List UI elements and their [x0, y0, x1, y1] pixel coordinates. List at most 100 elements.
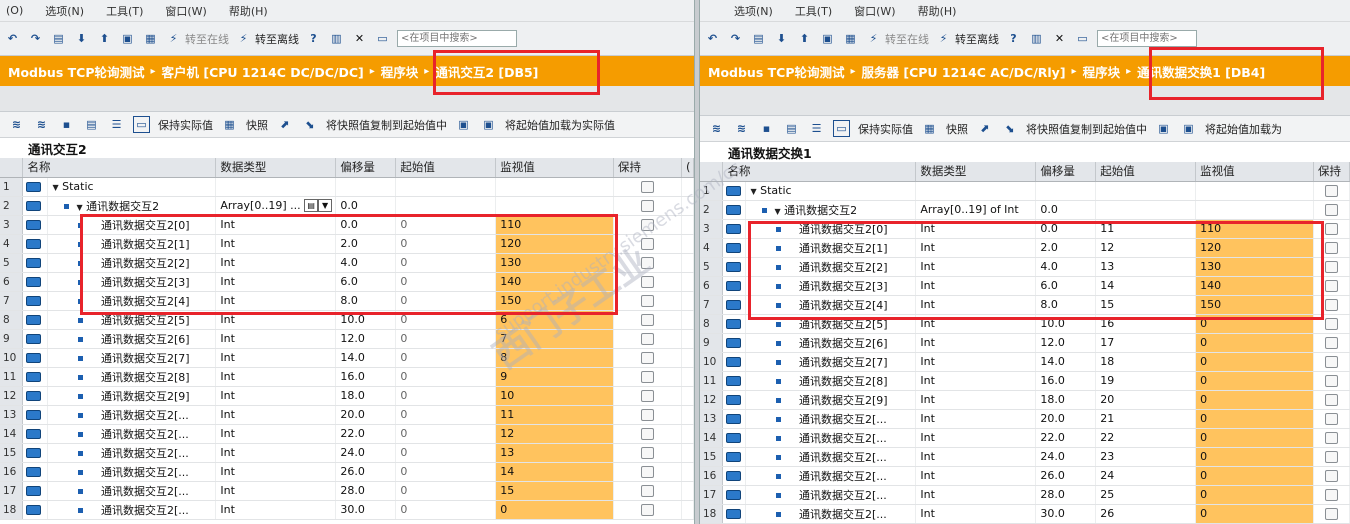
retain-cell[interactable] [1313, 352, 1350, 372]
table-row[interactable]: 2 ▼ 通讯数据交互2 Array[0..19] of Int 0.0 [700, 200, 1350, 220]
name-cell[interactable]: 通讯数据交互2[8] [47, 367, 217, 387]
retain-cell[interactable] [1313, 371, 1350, 391]
load-start-as-actual-button[interactable]: 将起始值加载为实际值 [505, 117, 615, 133]
column-header[interactable]: ( [681, 158, 694, 178]
column-header[interactable]: 偏移量 [335, 158, 397, 178]
start-value-cell[interactable]: 23 [1095, 447, 1197, 467]
breadcrumb-block[interactable]: 通讯交互2 [DB5] [435, 62, 538, 81]
name-cell[interactable]: 通讯数据交互2[... [745, 447, 917, 467]
column-header[interactable]: 保持 [1313, 162, 1350, 182]
retain-checkbox[interactable] [1324, 337, 1338, 349]
name-cell[interactable]: 通讯数据交互2[3] [47, 272, 217, 292]
name-cell[interactable]: 通讯数据交互2[... [745, 466, 917, 486]
retain-cell[interactable] [613, 177, 682, 197]
table-row[interactable]: 13 通讯数据交互2[... Int 20.0 0 11 [0, 405, 694, 425]
datatype-cell[interactable]: Int [215, 272, 337, 292]
table-row[interactable]: 16 通讯数据交互2[... Int 26.0 24 0 [700, 466, 1350, 486]
name-cell[interactable]: 通讯数据交互2[... [47, 500, 217, 520]
column-header[interactable]: 名称 [722, 162, 917, 182]
undo-icon[interactable]: ↶ [4, 30, 21, 47]
retain-cell[interactable] [613, 291, 682, 311]
close-icon[interactable]: ✕ [351, 30, 368, 47]
menu-item[interactable]: 选项(N) [734, 3, 773, 19]
datatype-cell[interactable]: Int [915, 276, 1037, 296]
simulate-icon[interactable]: ▣ [119, 30, 136, 47]
copy-start-icon[interactable]: ⬊ [301, 116, 318, 133]
name-cell[interactable]: 通讯数据交互2[... [47, 462, 217, 482]
name-cell[interactable]: 通讯数据交互2[4] [745, 295, 917, 315]
table-row[interactable]: 6 通讯数据交互2[3] Int 6.0 14 140 [700, 276, 1350, 296]
start-value-cell[interactable]: 14 [1095, 276, 1197, 296]
retain-cell[interactable] [613, 348, 682, 368]
datatype-cell[interactable]: Array[0..19] ... ▤ ▼ [215, 196, 337, 216]
datatype-cell[interactable]: Int [215, 291, 337, 311]
datatype-cell[interactable]: Int [915, 409, 1037, 429]
retain-cell[interactable] [1313, 466, 1350, 486]
table-row[interactable]: 16 通讯数据交互2[... Int 26.0 0 14 [0, 462, 694, 482]
start-value-cell[interactable]: 18 [1095, 352, 1197, 372]
retain-checkbox[interactable] [1324, 242, 1338, 254]
snapshot-button[interactable]: 快照 [946, 121, 968, 137]
retain-cell[interactable] [1313, 390, 1350, 410]
retain-cell[interactable] [1313, 219, 1350, 239]
start-value-cell[interactable]: 13 [1095, 257, 1197, 277]
name-cell[interactable]: 通讯数据交互2[0] [47, 215, 217, 235]
retain-checkbox[interactable] [1324, 261, 1338, 273]
retain-cell[interactable] [613, 424, 682, 444]
copy-snapshot-icon[interactable]: ⬈ [976, 120, 993, 137]
name-cell[interactable]: 通讯数据交互2[6] [47, 329, 217, 349]
start-value-cell[interactable] [395, 196, 497, 216]
split-view-icon[interactable]: ▥ [1028, 30, 1045, 47]
retain-cell[interactable] [1313, 409, 1350, 429]
datatype-cell[interactable]: Int [215, 329, 337, 349]
retain-checkbox[interactable] [1324, 375, 1338, 387]
array-editor-icon[interactable]: ▤ [304, 199, 319, 213]
project-search-input[interactable] [1097, 30, 1197, 47]
name-cell[interactable]: ▼ Static [745, 181, 917, 201]
copy-start-icon[interactable]: ⬊ [1001, 120, 1018, 137]
retain-checkbox[interactable] [641, 504, 654, 516]
retain-cell[interactable] [1313, 276, 1350, 296]
name-cell[interactable]: 通讯数据交互2[4] [47, 291, 217, 311]
column-header[interactable]: 起始值 [1095, 162, 1197, 182]
datatype-cell[interactable]: Int [915, 504, 1037, 524]
datatype-cell[interactable]: Int [215, 500, 337, 520]
accessible-devices-icon[interactable]: ? [305, 30, 322, 47]
retain-checkbox[interactable] [1324, 318, 1338, 330]
start-value-cell[interactable]: 12 [1095, 238, 1197, 258]
start-value-cell[interactable]: 21 [1095, 409, 1197, 429]
go-online-button[interactable]: ⚡ 转至在线 [165, 30, 229, 47]
datatype-cell[interactable]: Int [915, 485, 1037, 505]
start-value-cell[interactable]: 0 [395, 424, 497, 444]
start-value-cell[interactable]: 16 [1095, 314, 1197, 334]
load-start-as-actual-button[interactable]: 将起始值加载为 [1205, 121, 1282, 137]
column-header[interactable]: 监视值 [495, 158, 615, 178]
table-row[interactable]: 7 通讯数据交互2[4] Int 8.0 0 150 [0, 291, 694, 311]
window-split-icon[interactable]: ▭ [1074, 30, 1091, 47]
datatype-cell[interactable]: Int [915, 352, 1037, 372]
retain-cell[interactable] [613, 367, 682, 387]
retain-cell[interactable] [613, 462, 682, 482]
start-value-cell[interactable]: 11 [1095, 219, 1197, 239]
retain-cell[interactable] [613, 310, 682, 330]
datatype-cell[interactable]: Int [915, 371, 1037, 391]
expand-icon[interactable]: ▪ [58, 116, 75, 133]
retain-cell[interactable] [1313, 238, 1350, 258]
accessible-devices-icon[interactable]: ? [1005, 30, 1022, 47]
menu-item[interactable]: 帮助(H) [229, 3, 268, 19]
start-value-cell[interactable]: 0 [395, 405, 497, 425]
datatype-cell[interactable]: Int [215, 424, 337, 444]
retain-checkbox[interactable] [641, 333, 654, 345]
go-offline-button[interactable]: ⚡ 转至离线 [235, 30, 299, 47]
name-cell[interactable]: 通讯数据交互2[0] [745, 219, 917, 239]
table-row[interactable]: 8 通讯数据交互2[5] Int 10.0 16 0 [700, 314, 1350, 334]
table-row[interactable]: 17 通讯数据交互2[... Int 28.0 0 15 [0, 481, 694, 501]
datatype-cell[interactable]: Int [915, 428, 1037, 448]
snapshot-button[interactable]: 快照 [246, 117, 268, 133]
retain-checkbox[interactable] [641, 219, 654, 231]
name-cell[interactable]: 通讯数据交互2[... [47, 424, 217, 444]
collapse-triangle-icon[interactable]: ▼ [76, 203, 82, 212]
table-row[interactable]: 18 通讯数据交互2[... Int 30.0 0 0 [0, 500, 694, 520]
retain-cell[interactable] [1313, 447, 1350, 467]
retain-checkbox[interactable] [641, 238, 654, 250]
